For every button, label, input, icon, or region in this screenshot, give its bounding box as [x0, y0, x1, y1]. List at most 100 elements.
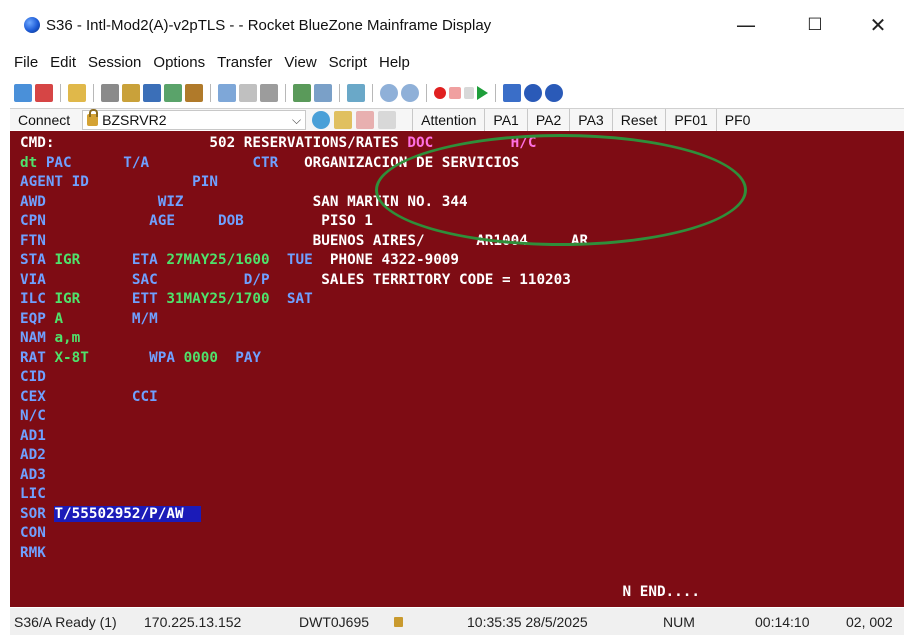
disconnect-icon[interactable]	[356, 110, 375, 129]
transfer-icon[interactable]	[314, 84, 332, 102]
terminal-line: NAM a,m	[20, 329, 80, 348]
display-settings-icon[interactable]	[218, 84, 236, 102]
terminal-text: AWD WIZ	[20, 193, 313, 210]
terminal-line: AD3	[20, 466, 46, 485]
cut-icon[interactable]	[101, 84, 119, 102]
copy-icon[interactable]	[122, 84, 140, 102]
terminal-text: CID	[20, 369, 46, 385]
menu-edit[interactable]: Edit	[50, 54, 76, 76]
terminal-line: RMK	[20, 544, 46, 563]
connect-icon[interactable]	[35, 84, 53, 102]
terminal-text: 0000	[183, 349, 236, 366]
terminal-text: M/M	[131, 310, 158, 327]
record-icon[interactable]	[434, 87, 446, 99]
num-lock-indicator: NUM	[663, 614, 695, 630]
pf01-key[interactable]: PF01	[665, 108, 715, 131]
new-session-icon[interactable]	[14, 84, 32, 102]
terminal-text: A	[54, 310, 132, 327]
toolbar-separator	[372, 84, 373, 102]
menu-transfer[interactable]: Transfer	[217, 54, 272, 76]
terminal-text: AGENT ID PIN	[20, 174, 218, 190]
terminal-text: AD2	[20, 447, 46, 463]
terminal-line: AD2	[20, 446, 46, 465]
connect-button[interactable]: Connect	[10, 112, 78, 128]
edit-icon[interactable]	[334, 110, 353, 129]
terminal-line: AGENT ID PIN	[20, 173, 218, 192]
terminal-screen[interactable]: CMD: 502 RESERVATIONS/RATES DOC H/C dt PA…	[10, 131, 904, 607]
document-icon[interactable]	[378, 110, 397, 129]
web-icon[interactable]	[312, 110, 331, 129]
pa2-key[interactable]: PA2	[526, 108, 569, 131]
toolbar-separator	[339, 84, 340, 102]
terminal-text: STA	[20, 252, 55, 268]
terminal-line: RAT X-8T WPA 0000 PAY	[20, 349, 261, 368]
pf02-key[interactable]: PF0	[715, 108, 759, 131]
pa1-key[interactable]: PA1	[484, 108, 526, 131]
connect-tools	[312, 110, 397, 129]
monitor-icon[interactable]	[347, 84, 365, 102]
play-icon[interactable]	[477, 86, 488, 100]
print-icon[interactable]	[260, 84, 278, 102]
terminal-text: CON	[20, 525, 46, 541]
pa3-key[interactable]: PA3	[569, 108, 611, 131]
close-button[interactable]: ✕	[858, 10, 898, 40]
stop-icon[interactable]	[449, 87, 461, 99]
clipboard-icon[interactable]	[185, 84, 203, 102]
menu-options[interactable]: Options	[153, 54, 205, 76]
terminal-text: CPN AGE DOB	[20, 213, 322, 229]
menu-script[interactable]: Script	[329, 54, 367, 76]
help-icon[interactable]	[524, 84, 542, 102]
menu-view[interactable]: View	[284, 54, 316, 76]
zoom-out-icon[interactable]	[380, 84, 398, 102]
terminal-text: VIA SAC D/P	[20, 271, 322, 288]
font-icon[interactable]	[239, 84, 257, 102]
script-icon[interactable]	[503, 84, 521, 102]
bluezone-app-icon	[24, 17, 40, 33]
attention-key[interactable]: Attention	[412, 108, 484, 131]
lock-icon	[87, 108, 99, 126]
open-folder-icon[interactable]	[68, 84, 86, 102]
menu-file[interactable]: File	[14, 54, 38, 76]
terminal-text: CEX CCI	[20, 388, 158, 405]
toolbar-separator	[495, 84, 496, 102]
terminal-text: IGR	[54, 252, 132, 268]
toolbar-separator	[93, 84, 94, 102]
clock: 10:35:35 28/5/2025	[467, 614, 588, 630]
menu-bar: File Edit Session Options Transfer View …	[14, 54, 410, 76]
minimize-button[interactable]: —	[726, 10, 766, 40]
status-bar: S36/A Ready (1) 170.225.13.152 DWT0J695 …	[10, 608, 904, 635]
icon-toolbar	[14, 80, 904, 106]
terminal-line: dt PAC T/A CTR ORGANIZACION DE SERVICIOS	[20, 154, 519, 173]
pause-icon[interactable]	[464, 87, 474, 99]
terminal-line: VIA SAC D/P SALES TERRITORY CODE = 11020…	[20, 271, 571, 290]
title-bar: S36 - Intl-Mod2(A)-v2pTLS - - Rocket Blu…	[0, 0, 904, 44]
lock-icon	[394, 617, 403, 627]
terminal-line: AD1	[20, 427, 46, 446]
paste-icon[interactable]	[143, 84, 161, 102]
terminal-line: CMD: 502 RESERVATIONS/RATES DOC H/C	[20, 134, 536, 153]
terminal-text: PISO 1	[321, 213, 373, 229]
zoom-in-icon[interactable]	[401, 84, 419, 102]
terminal-text: TUE	[286, 252, 330, 268]
server-select[interactable]: BZSRVR2 ⌵	[82, 108, 307, 130]
server-name: BZSRVR2	[102, 111, 167, 128]
terminal-text: SAT	[286, 291, 313, 307]
terminal-line: N/C	[20, 407, 46, 426]
keyboard-map-icon[interactable]	[293, 84, 311, 102]
terminal-line: N END....	[20, 583, 700, 602]
reset-key[interactable]: Reset	[611, 108, 666, 131]
copy-append-icon[interactable]	[164, 84, 182, 102]
menu-session[interactable]: Session	[88, 54, 141, 76]
terminal-text: N/C	[20, 408, 46, 424]
terminal-text: BUENOS AIRES/ AR1004 AR	[312, 232, 589, 249]
info-icon[interactable]	[545, 84, 563, 102]
terminal-text: NAM	[20, 330, 55, 346]
terminal-text: EQP	[20, 310, 55, 327]
terminal-text: ILC	[20, 291, 55, 307]
terminal-text: DOC	[407, 135, 434, 151]
menu-help[interactable]: Help	[379, 54, 410, 76]
terminal-text: dt	[20, 154, 46, 171]
terminal-line: EQP A M/M	[20, 310, 158, 329]
maximize-button[interactable]: ☐	[795, 10, 835, 40]
terminal-text: ETT	[131, 291, 167, 307]
